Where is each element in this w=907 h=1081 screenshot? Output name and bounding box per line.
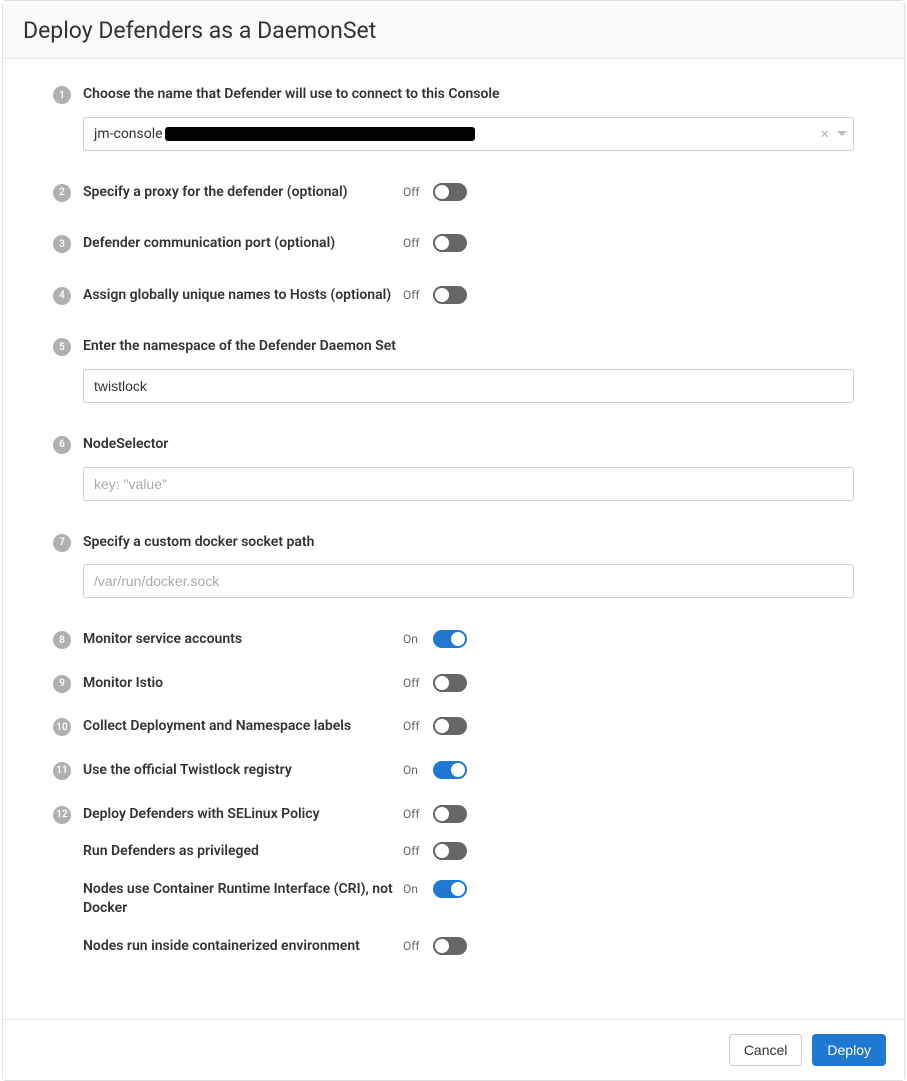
namespace-input[interactable] [83, 369, 854, 403]
step-label: Monitor service accounts [83, 630, 403, 650]
modal-body: 1 Choose the name that Defender will use… [3, 59, 904, 1019]
cancel-button[interactable]: Cancel [729, 1034, 803, 1066]
containerized-toggle[interactable] [433, 937, 467, 955]
step-label: Choose the name that Defender will use t… [83, 85, 854, 105]
step-official-registry: 11 Use the official Twistlock registry O… [53, 761, 854, 781]
step-number: 2 [53, 184, 71, 202]
comm-port-toggle[interactable] [433, 234, 467, 252]
step-number: 6 [53, 436, 71, 454]
step-monitor-istio: 9 Monitor Istio Off [53, 674, 854, 694]
step-selinux: 12 Deploy Defenders with SELinux Policy … [53, 805, 854, 957]
sub-label: Nodes run inside containerized environme… [83, 937, 403, 957]
toggle-state-label: Off [403, 288, 423, 302]
step-number: 8 [53, 631, 71, 649]
deploy-daemonset-modal: Deploy Defenders as a DaemonSet 1 Choose… [2, 0, 905, 1081]
unique-names-toggle[interactable] [433, 286, 467, 304]
toggle-state-label: Off [403, 676, 423, 690]
step-number: 5 [53, 338, 71, 356]
step-label: Monitor Istio [83, 674, 403, 694]
toggle-state-label: Off [403, 939, 423, 953]
toggle-state-label: Off [403, 807, 423, 821]
step-docker-socket: 7 Specify a custom docker socket path [53, 533, 854, 599]
step-label: Use the official Twistlock registry [83, 761, 403, 781]
console-name-value: jm-console [94, 126, 475, 142]
step-label: Collect Deployment and Namespace labels [83, 717, 403, 737]
step-label: Assign globally unique names to Hosts (o… [83, 286, 403, 306]
monitor-istio-toggle[interactable] [433, 674, 467, 692]
step-number: 10 [53, 718, 71, 736]
step-label: Specify a custom docker socket path [83, 533, 854, 553]
toggle-state-label: Off [403, 844, 423, 858]
step-comm-port: 3 Defender communication port (optional)… [53, 234, 854, 254]
sub-containerized: Nodes run inside containerized environme… [83, 937, 854, 957]
toggle-state-label: Off [403, 236, 423, 250]
step-label: Specify a proxy for the defender (option… [83, 183, 403, 203]
step-collect-labels: 10 Collect Deployment and Namespace labe… [53, 717, 854, 737]
step-label: Defender communication port (optional) [83, 234, 403, 254]
step-label: Deploy Defenders with SELinux Policy [83, 805, 403, 825]
docker-socket-input[interactable] [83, 564, 854, 598]
step-namespace: 5 Enter the namespace of the Defender Da… [53, 337, 854, 403]
step-label: Enter the namespace of the Defender Daem… [83, 337, 854, 357]
step-nodeselector: 6 NodeSelector [53, 435, 854, 501]
chevron-down-icon[interactable] [837, 131, 847, 136]
toggle-state-label: Off [403, 719, 423, 733]
monitor-sa-toggle[interactable] [433, 630, 467, 648]
step-number: 11 [53, 762, 71, 780]
proxy-toggle[interactable] [433, 183, 467, 201]
step-unique-names: 4 Assign globally unique names to Hosts … [53, 286, 854, 306]
step-number: 1 [53, 86, 71, 104]
step-label: NodeSelector [83, 435, 854, 455]
toggle-state-label: On [403, 632, 423, 646]
step-number: 7 [53, 534, 71, 552]
sub-label: Nodes use Container Runtime Interface (C… [83, 880, 403, 919]
step-number: 12 [53, 806, 71, 824]
selinux-toggle[interactable] [433, 805, 467, 823]
step-monitor-sa: 8 Monitor service accounts On [53, 630, 854, 650]
sub-label: Run Defenders as privileged [83, 842, 403, 862]
step-proxy: 2 Specify a proxy for the defender (opti… [53, 183, 854, 203]
toggle-state-label: On [403, 882, 423, 896]
deploy-button[interactable]: Deploy [812, 1034, 886, 1066]
collect-labels-toggle[interactable] [433, 717, 467, 735]
step-number: 3 [53, 235, 71, 253]
modal-footer: Cancel Deploy [3, 1019, 904, 1080]
redacted-text [165, 127, 475, 141]
privileged-toggle[interactable] [433, 842, 467, 860]
sub-privileged: Run Defenders as privileged Off [83, 842, 854, 862]
toggle-state-label: Off [403, 185, 423, 199]
cri-toggle[interactable] [433, 880, 467, 898]
step-number: 9 [53, 675, 71, 693]
modal-header: Deploy Defenders as a DaemonSet [3, 1, 904, 59]
step-number: 4 [53, 287, 71, 305]
official-registry-toggle[interactable] [433, 761, 467, 779]
step-console-name: 1 Choose the name that Defender will use… [53, 85, 854, 151]
sub-cri: Nodes use Container Runtime Interface (C… [83, 880, 854, 919]
nodeselector-input[interactable] [83, 467, 854, 501]
clear-icon[interactable]: × [820, 126, 829, 142]
modal-title: Deploy Defenders as a DaemonSet [23, 17, 884, 44]
console-name-select[interactable]: jm-console × [83, 117, 854, 151]
toggle-state-label: On [403, 763, 423, 777]
